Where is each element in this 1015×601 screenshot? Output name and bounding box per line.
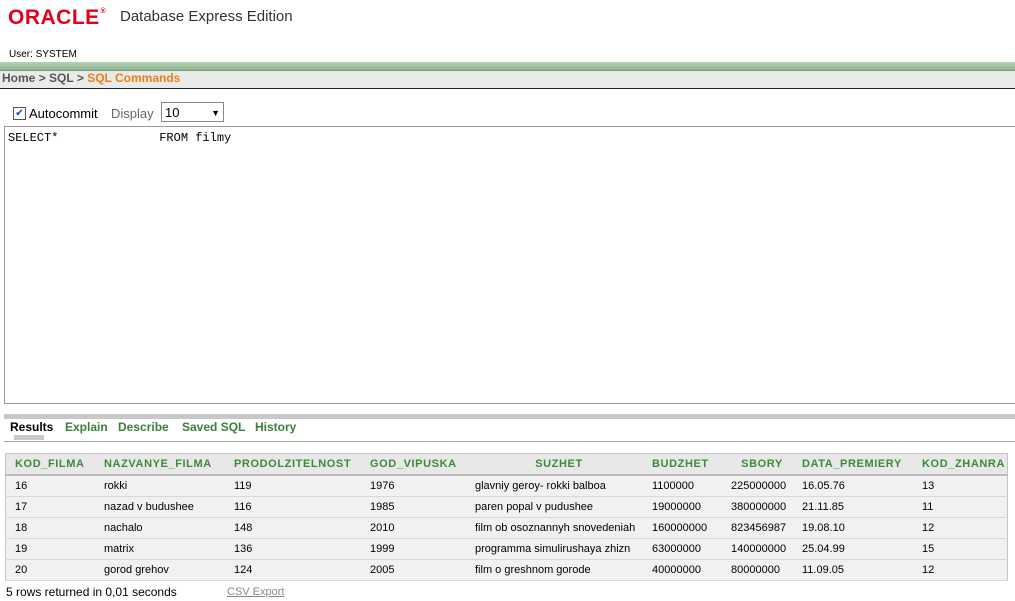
table-header-row: KOD_FILMA NAZVANYE_FILMA PRODOLZITELNOST… [5,453,1008,476]
column-header: SUZHET [466,453,643,476]
product-name: Database Express Edition [120,8,293,25]
display-rows-value: 10 [165,105,180,120]
results-table: KOD_FILMA NAZVANYE_FILMA PRODOLZITELNOST… [5,453,1008,581]
display-rows-select[interactable]: 10 ▼ [161,102,224,122]
dropdown-arrow-icon: ▼ [211,108,220,118]
tabs-divider [4,441,1015,442]
table-cell: 15 [913,538,1008,560]
table-cell: 80000000 [722,559,793,581]
table-cell: nachalo [95,517,225,539]
table-cell: 20 [5,559,95,581]
table-cell: 1985 [361,496,466,518]
table-cell: gorod grehov [95,559,225,581]
column-header: NAZVANYE_FILMA [95,453,225,476]
sql-toolbar: ✔ Autocommit Display 10 ▼ [4,101,1014,125]
table-row: 17 nazad v budushee 116 1985 paren popal v p… [5,496,1008,518]
table-cell: matrix [95,538,225,560]
breadcrumb-separator: > [38,71,46,85]
table-cell: film ob osoznannyh snovedeniah [466,517,643,539]
table-cell: paren popal v pudushee [466,496,643,518]
user-label: User: SYSTEM [9,49,77,60]
table-cell: 12 [913,517,1008,539]
table-cell: film o greshnom gorode [466,559,643,581]
table-cell: 124 [225,559,361,581]
column-header: DATA_PREMIERY [793,453,913,476]
table-cell: 19000000 [643,496,722,518]
column-header: GOD_VIPUSKA [361,453,466,476]
table-cell: 13 [913,474,1008,497]
table-cell: 11 [913,496,1008,518]
table-cell: 160000000 [643,517,722,539]
table-cell: 16.05.76 [793,474,913,497]
table-cell: 136 [225,538,361,560]
autocommit-checkbox[interactable]: ✔ [13,107,26,120]
tab-saved-sql[interactable]: Saved SQL [182,420,245,434]
table-cell: 1100000 [643,474,722,497]
table-cell: programma simulirushaya zhizn [466,538,643,560]
header-divider-bar [0,62,1015,71]
table-cell: 12 [913,559,1008,581]
results-body: 16 rokki 119 1976 glavniy geroy- rokki balbo… [5,474,1008,581]
table-cell: 40000000 [643,559,722,581]
column-header: KOD_ZHANRA [913,453,1008,476]
sql-editor[interactable]: SELECT* FROM filmy [4,126,1015,404]
table-cell: 1976 [361,474,466,497]
table-cell: 11.09.05 [793,559,913,581]
column-header: SBORY [722,453,793,476]
table-row: 19 matrix 136 1999 programma simulirushaya z… [5,538,1008,560]
table-cell: 148 [225,517,361,539]
tab-history[interactable]: History [255,420,296,434]
rows-returned-status: 5 rows returned in 0,01 seconds [6,585,177,599]
table-cell: 25.04.99 [793,538,913,560]
app-header: ORACLE® Database Express Edition User: S… [0,0,1015,62]
table-cell: nazad v budushee [95,496,225,518]
table-cell: 17 [5,496,95,518]
table-cell: 116 [225,496,361,518]
table-cell: 19.08.10 [793,517,913,539]
active-tab-indicator [14,435,44,440]
column-header: KOD_FILMA [5,453,95,476]
table-cell: 119 [225,474,361,497]
table-cell: glavniy geroy- rokki balboa [466,474,643,497]
table-row: 16 rokki 119 1976 glavniy geroy- rokki balbo… [5,474,1008,497]
display-label: Display [111,106,154,121]
result-tabs: Results Explain Describe Saved SQL Histo… [4,419,1015,441]
tab-results[interactable]: Results [10,420,53,434]
table-cell: 823456987 [722,517,793,539]
breadcrumb-separator: > [76,71,84,85]
table-cell: 1999 [361,538,466,560]
table-row: 18 nachalo 148 2010 film ob osoznannyh snove… [5,517,1008,539]
checkmark-icon: ✔ [15,108,24,119]
csv-export-link[interactable]: CSV Export [227,586,284,598]
table-row: 20 gorod grehov 124 2005 film o greshnom gor… [5,559,1008,581]
tab-explain[interactable]: Explain [65,420,108,434]
table-cell: 140000000 [722,538,793,560]
oracle-logo: ORACLE® [8,6,107,29]
tab-describe[interactable]: Describe [118,420,169,434]
table-cell: 63000000 [643,538,722,560]
autocommit-label: Autocommit [29,106,98,121]
column-header: BUDZHET [643,453,722,476]
table-cell: 2010 [361,517,466,539]
table-cell: 2005 [361,559,466,581]
table-cell: 19 [5,538,95,560]
column-header: PRODOLZITELNOST [225,453,361,476]
table-cell: 16 [5,474,95,497]
breadcrumb: Home > SQL > SQL Commands [0,71,1015,89]
table-cell: rokki [95,474,225,497]
breadcrumb-home[interactable]: Home [0,71,35,85]
table-cell: 380000000 [722,496,793,518]
breadcrumb-current: SQL Commands [87,71,181,85]
table-cell: 21.11.85 [793,496,913,518]
table-cell: 225000000 [722,474,793,497]
table-cell: 18 [5,517,95,539]
breadcrumb-sql[interactable]: SQL [49,71,73,85]
